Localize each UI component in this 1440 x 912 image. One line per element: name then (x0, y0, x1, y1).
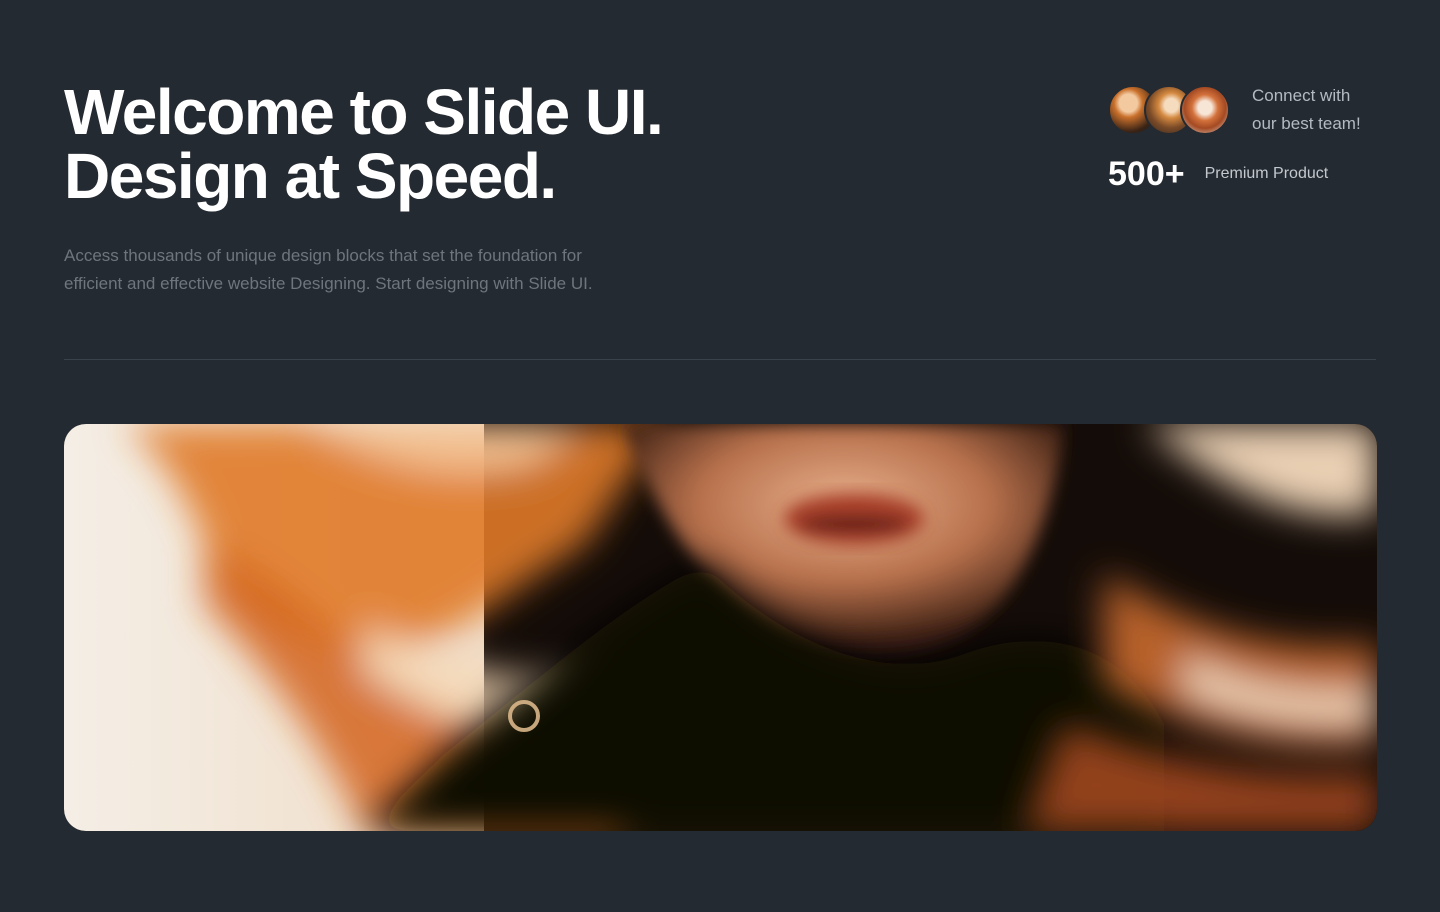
hero-description-line-2: efficient and effective website Designin… (64, 274, 593, 293)
hero-description-line-1: Access thousands of unique design blocks… (64, 246, 582, 265)
hero-title: Welcome to Slide UI. Design at Speed. (64, 76, 664, 212)
team-avatars (1108, 85, 1238, 135)
team-connect[interactable]: Connect with our best team! (1108, 82, 1361, 138)
hero-title-line-2: Design at Speed. (64, 140, 557, 212)
hero-description: Access thousands of unique design blocks… (64, 242, 704, 298)
hero-title-line-1: Welcome to Slide UI. (64, 76, 664, 148)
stat-label: Premium Product (1204, 165, 1329, 182)
product-stat: 500+ Premium Product (1108, 152, 1328, 196)
avatar (1180, 85, 1230, 135)
hero-image (64, 424, 1377, 831)
team-text-line-1: Connect with (1252, 86, 1351, 105)
landing-page: Welcome to Slide UI. Design at Speed. Ac… (0, 0, 1440, 912)
hero-illustration (64, 424, 1377, 831)
team-connect-text: Connect with our best team! (1252, 82, 1361, 138)
team-text-line-2: our best team! (1252, 114, 1361, 133)
divider (64, 359, 1376, 360)
stat-number: 500+ (1108, 155, 1185, 193)
